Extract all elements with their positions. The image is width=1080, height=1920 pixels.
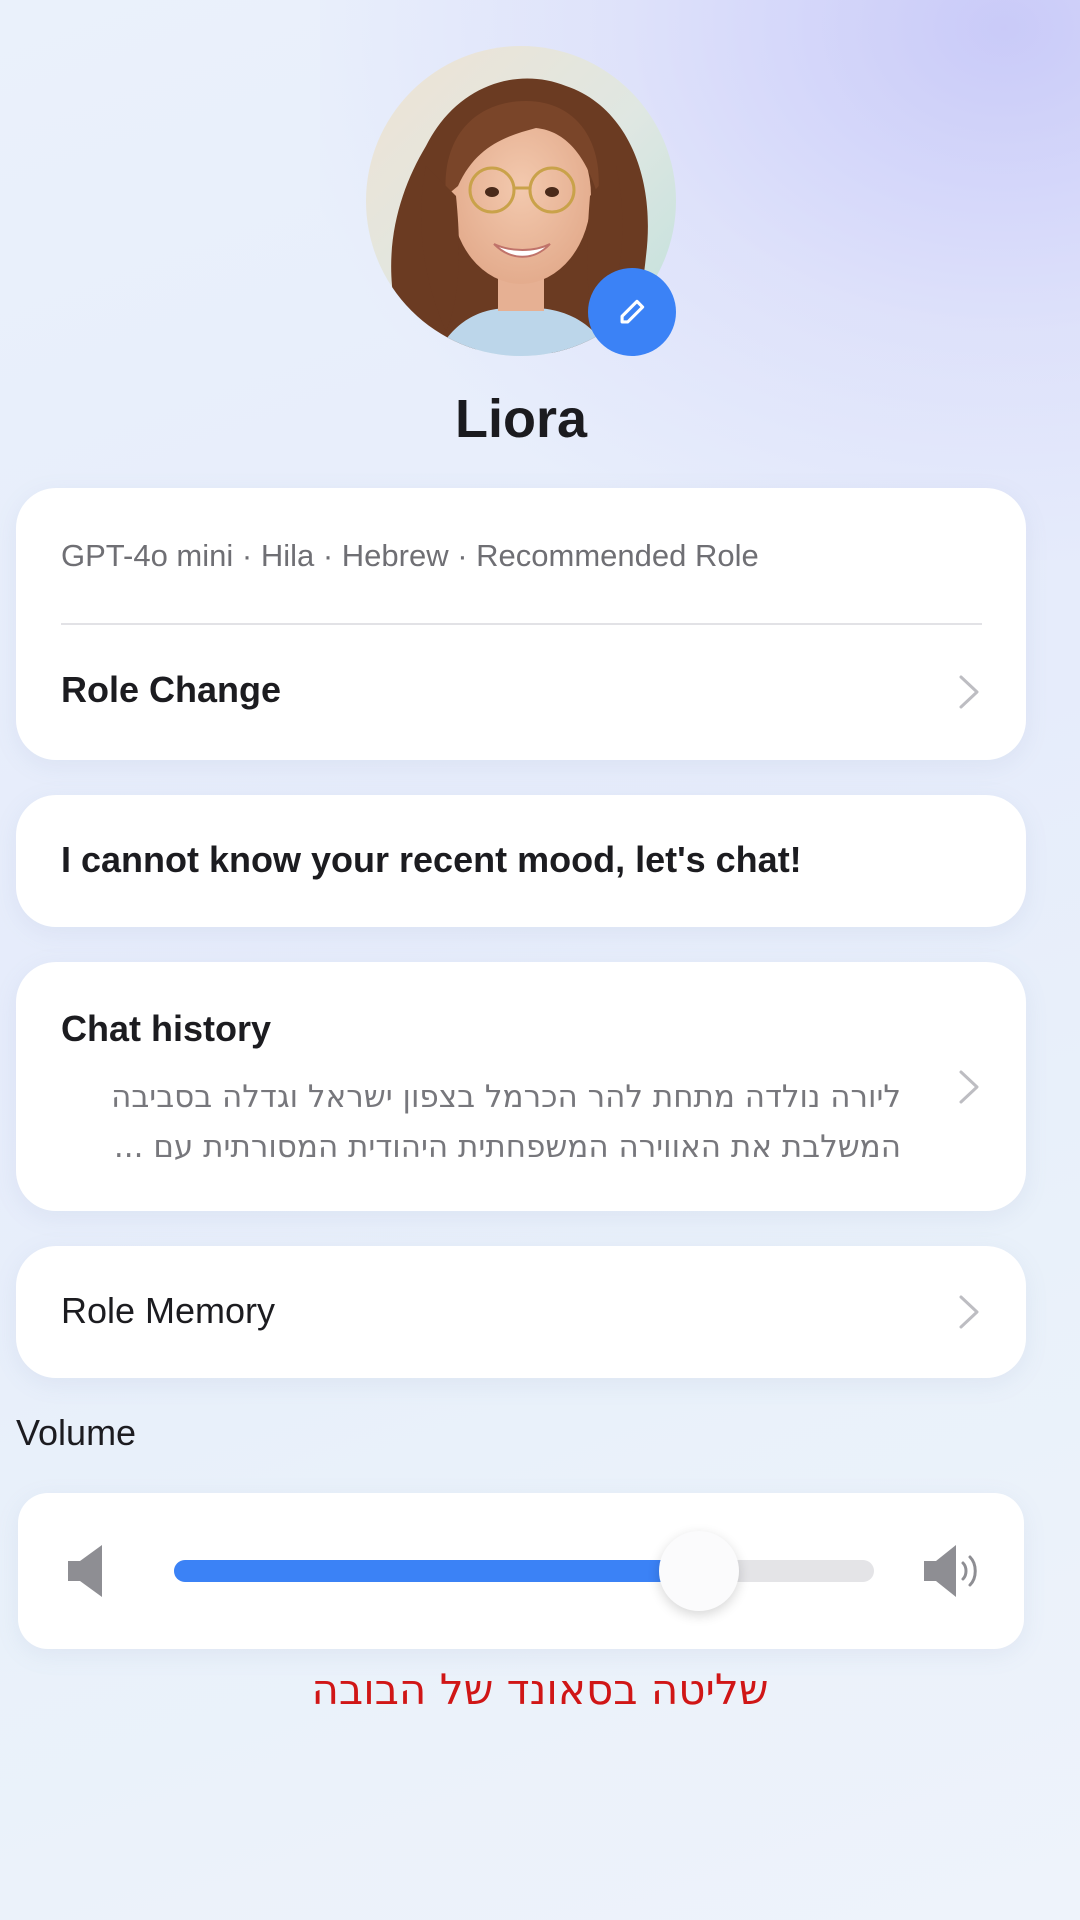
- role-meta: GPT-4o mini · Hila · Hebrew · Recommende…: [61, 538, 759, 573]
- pencil-icon: [620, 299, 645, 324]
- volume-slider-fill: [174, 1560, 699, 1582]
- chevron-right-icon: [959, 1295, 979, 1329]
- role-change-row[interactable]: Role Change: [16, 625, 1026, 760]
- chat-history-preview: ליורה נולדה מתחת להר הכרמל בצפון ישראל ו…: [61, 1072, 901, 1172]
- profile-name: Liora: [454, 389, 588, 449]
- volume-card: [18, 1493, 1024, 1649]
- sound-control-caption: שליטה בסאונד של הבובה: [311, 1665, 769, 1714]
- chat-history-preview-line: המשלבת את האווירה המשפחתית היהודית המסור…: [113, 1129, 901, 1165]
- chevron-right-icon: [959, 1070, 979, 1104]
- role-memory-label: Role Memory: [61, 1290, 276, 1331]
- avatar-container: [366, 46, 676, 356]
- chat-history-title: Chat history: [61, 1008, 272, 1049]
- volume-slider-thumb[interactable]: [659, 1531, 739, 1611]
- volume-mute-icon[interactable]: [66, 1543, 106, 1599]
- mood-text: I cannot know your recent mood, let's ch…: [61, 839, 802, 880]
- role-card: GPT-4o mini · Hila · Hebrew · Recommende…: [16, 488, 1026, 760]
- chat-history-card[interactable]: Chat history ליורה נולדה מתחת להר הכרמל …: [16, 962, 1026, 1211]
- volume-label: Volume: [16, 1412, 137, 1453]
- volume-up-icon[interactable]: [922, 1543, 980, 1599]
- edit-avatar-button[interactable]: [588, 268, 676, 356]
- role-change-label: Role Change: [61, 669, 282, 710]
- role-memory-card[interactable]: Role Memory: [16, 1246, 1026, 1378]
- volume-slider[interactable]: [174, 1531, 874, 1611]
- chevron-right-icon: [959, 675, 979, 709]
- mood-card[interactable]: I cannot know your recent mood, let's ch…: [16, 795, 1026, 927]
- chat-history-preview-line: ליורה נולדה מתחת להר הכרמל בצפון ישראל ו…: [111, 1079, 901, 1115]
